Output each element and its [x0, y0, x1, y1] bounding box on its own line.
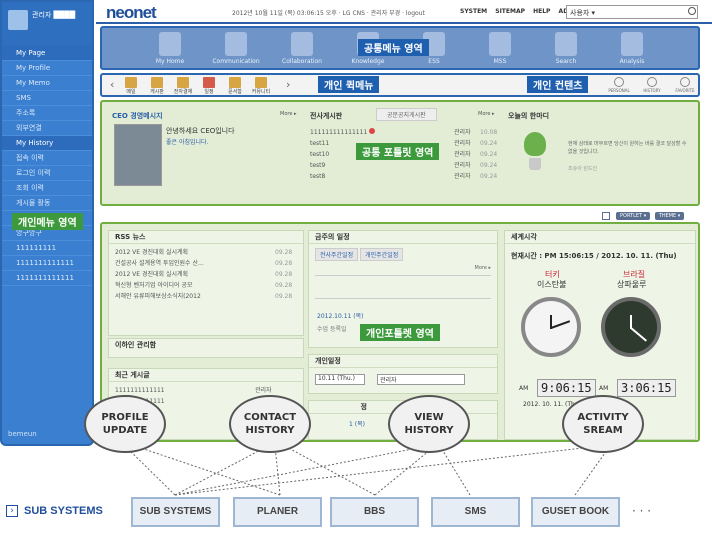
subsystem-sub-systems[interactable]: SUB SYSTEMS: [131, 497, 220, 527]
more-ellipsis: · · ·: [632, 504, 652, 518]
arrow-subsys-profile: [124, 445, 176, 496]
subsystem-guest-book[interactable]: GUSET BOOK: [531, 497, 620, 527]
arrow-guestbook-activity: [574, 445, 611, 496]
subsystem-sms[interactable]: SMS: [431, 497, 520, 527]
sub-systems-label: SUB SYSTEMS: [24, 505, 103, 517]
chevron-right-icon: ›: [6, 505, 18, 517]
arrow-planer-contact: [274, 445, 281, 496]
arrow-subsys-contact: [174, 445, 269, 496]
arrow-bbs-view: [374, 445, 436, 496]
arrow-bbs-contact: [284, 445, 376, 496]
bubble-activity-stream[interactable]: ACTIVITY SREAM: [562, 395, 644, 453]
bubble-contact-history[interactable]: CONTACT HISTORY: [229, 395, 311, 453]
subsystem-bbs[interactable]: BBS: [330, 497, 419, 527]
subsystem-planer[interactable]: PLANER: [233, 497, 322, 527]
connector-arrows: [124, 445, 611, 496]
arrow-planer-profile: [134, 445, 281, 496]
bubble-profile-update[interactable]: PROFILE UPDATE: [84, 395, 166, 453]
arrow-sms-view: [439, 445, 471, 496]
bubble-view-history[interactable]: VIEW HISTORY: [388, 395, 470, 453]
